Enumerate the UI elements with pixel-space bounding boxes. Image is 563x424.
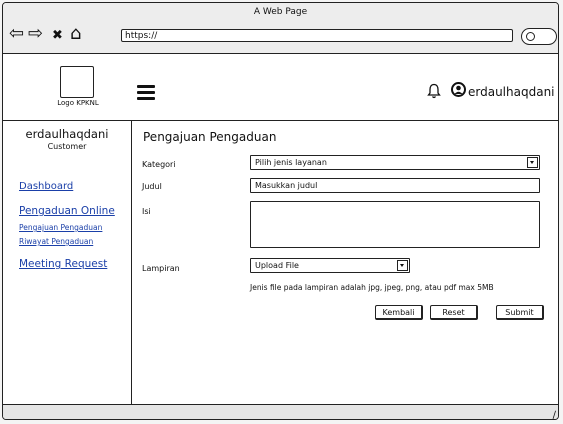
sidebar-link-meeting-request[interactable]: Meeting Request xyxy=(19,258,107,270)
sidebar-user-role: Customer xyxy=(47,142,87,151)
lampiran-label: Lampiran xyxy=(142,264,180,273)
user-avatar-icon[interactable] xyxy=(451,82,466,97)
status-bar: ∕ xyxy=(3,404,558,419)
kembali-button[interactable]: Kembali xyxy=(375,305,423,320)
address-bar[interactable]: https:// xyxy=(121,29,513,42)
browser-window: A Web Page ⇦ ⇨ ✖ ⌂ https:// Logo KPKNL e… xyxy=(2,2,559,420)
home-icon[interactable]: ⌂ xyxy=(70,25,81,43)
header-username[interactable]: erdaulhaqdani xyxy=(468,85,555,99)
file-hint: Jenis file pada lampiran adalah jpg, jpe… xyxy=(250,283,494,292)
window-title: A Web Page xyxy=(253,7,308,17)
resize-grip-icon[interactable]: ∕ xyxy=(553,410,556,419)
lampiran-value: Upload File xyxy=(255,261,299,270)
browser-chrome: A Web Page ⇦ ⇨ ✖ ⌂ https:// xyxy=(3,3,558,54)
main-content: Pengajuan Pengaduan Kategori Pilih jenis… xyxy=(132,121,558,404)
sidebar-link-dashboard[interactable]: Dashboard xyxy=(19,181,73,192)
kategori-select-value: Pilih jenis layanan xyxy=(255,158,327,167)
sidebar-link-pengaduan-online[interactable]: Pengaduan Online xyxy=(19,205,115,217)
back-icon[interactable]: ⇦ xyxy=(9,25,24,43)
isi-label: Isi xyxy=(142,207,151,216)
sidebar-link-riwayat-pengaduan[interactable]: Riwayat Pengaduan xyxy=(19,237,93,246)
submit-button[interactable]: Submit xyxy=(496,305,544,320)
reset-button[interactable]: Reset xyxy=(430,305,478,320)
logo-label: Logo KPKNL xyxy=(57,99,99,107)
search-icon xyxy=(526,32,535,41)
bell-icon[interactable] xyxy=(427,83,441,99)
logo xyxy=(60,66,94,98)
chevron-down-icon[interactable] xyxy=(527,157,538,168)
judul-label: Judul xyxy=(142,182,162,191)
judul-placeholder: Masukkan judul xyxy=(255,181,318,190)
forward-icon[interactable]: ⇨ xyxy=(28,25,43,43)
sidebar-link-pengajuan-pengaduan[interactable]: Pengajuan Pengaduan xyxy=(19,223,102,232)
close-icon[interactable]: ✖ xyxy=(52,27,63,45)
kategori-label: Kategori xyxy=(142,160,176,169)
search-toggle[interactable] xyxy=(521,28,557,45)
sidebar: erdaulhaqdani Customer Dashboard Pengadu… xyxy=(3,121,132,404)
app-header: Logo KPKNL erdaulhaqdani xyxy=(3,54,558,121)
page-title: Pengajuan Pengaduan xyxy=(143,130,277,144)
lampiran-upload-select[interactable]: Upload File xyxy=(250,258,410,273)
judul-input[interactable]: Masukkan judul xyxy=(250,178,540,193)
hamburger-menu-icon[interactable] xyxy=(137,85,155,100)
chevron-down-icon[interactable] xyxy=(397,260,408,271)
sidebar-username: erdaulhaqdani xyxy=(25,127,109,141)
isi-textarea[interactable] xyxy=(250,201,540,248)
kategori-select[interactable]: Pilih jenis layanan xyxy=(250,155,540,170)
